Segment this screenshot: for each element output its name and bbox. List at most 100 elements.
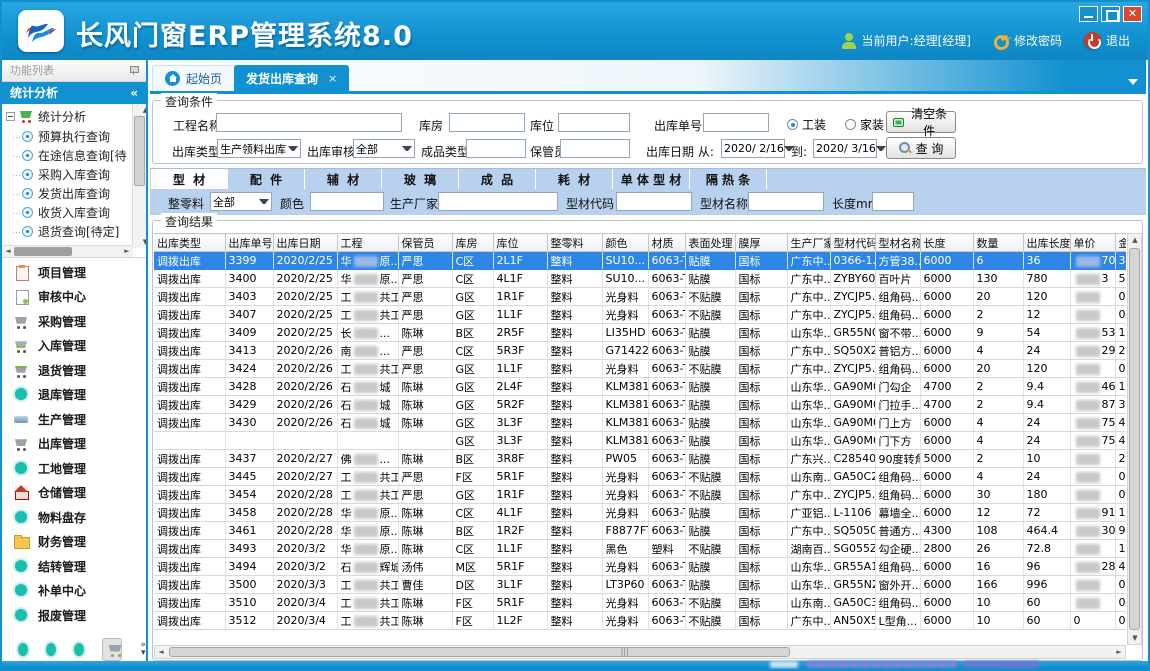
column-header[interactable]: 出库长度 <box>1023 234 1070 252</box>
dot-icon[interactable] <box>18 643 28 656</box>
sidebar-menu-item[interactable]: 审核中心 <box>2 285 146 310</box>
section-header[interactable]: 统计分析 « <box>2 82 146 104</box>
tab-shipping-outbound-query[interactable]: 发货出库查询 × <box>234 65 349 91</box>
column-header[interactable]: 生产厂家 <box>787 234 830 252</box>
dot-icon[interactable] <box>46 643 56 656</box>
clear-conditions-button[interactable]: 清空条件 <box>886 111 956 133</box>
table-row[interactable]: 调拨出库34092020/2/25长...陈琳B区2R5F整料LI35HD606… <box>154 324 1126 342</box>
material-tab[interactable]: 玻 璃 <box>382 169 459 189</box>
table-row[interactable]: 调拨出库34942020/3/2石辉城汤伟M区5R1F整料光身料6063-T5贴… <box>154 558 1126 576</box>
table-row[interactable]: 调拨出库34612020/2/28华原...陈琳B区1R2F整料F8877FT6… <box>154 522 1126 540</box>
sidebar-menu-item[interactable]: 补单中心 <box>2 579 146 604</box>
sidebar-menu-item[interactable]: 采购管理 <box>2 309 146 334</box>
table-row[interactable]: 调拨出库34582020/2/28华原...陈琳C区4L1F整料光身料6063-… <box>154 504 1126 522</box>
sidebar-menu-item[interactable]: 退库管理 <box>2 383 146 408</box>
column-header[interactable]: 出库日期 <box>273 234 337 252</box>
tree-item[interactable]: 收货入库查询 <box>6 203 131 222</box>
color-input[interactable] <box>310 192 384 211</box>
column-header[interactable]: 保管员 <box>398 234 452 252</box>
horizontal-scrollbar[interactable]: ◄ ||| ► <box>154 645 1126 659</box>
sidebar-menu-item[interactable]: 工地管理 <box>2 456 146 481</box>
order-no-input[interactable] <box>703 113 769 132</box>
sidebar-menu-item[interactable]: 结转管理 <box>2 554 146 579</box>
table-row[interactable]: 调拨出库34372020/2/27佛...陈琳B区3R8F整料PW056063-… <box>154 450 1126 468</box>
tree-root[interactable]: 统计分析 <box>6 106 131 127</box>
length-input[interactable] <box>872 192 914 211</box>
warehouse-input[interactable] <box>449 113 525 132</box>
collapse-icon[interactable]: « <box>130 82 138 104</box>
sidebar-menu-item[interactable]: 报废管理 <box>2 603 146 628</box>
table-row[interactable]: 调拨出库34302020/2/26石城陈琳G区3L3F整料KLM38176063… <box>154 414 1126 432</box>
tab-close-icon[interactable]: × <box>328 72 337 85</box>
tree-horizontal-scrollbar[interactable]: ◄ ► <box>2 245 133 257</box>
whole-piece-select[interactable]: 全部 <box>210 192 272 211</box>
tree-item[interactable]: 退库管理[待定] <box>6 241 131 242</box>
table-row[interactable]: G区3L3F整料KLM38176063-T5贴膜国标山东华...GA90M09.… <box>154 432 1126 450</box>
audit-select[interactable]: 全部 <box>353 139 415 158</box>
tree-item[interactable]: 预算执行查询 <box>6 127 131 146</box>
table-row[interactable]: 调拨出库34282020/2/26石城陈琳G区2L4F整料KLM38176063… <box>154 378 1126 396</box>
tab-list-dropdown-icon[interactable] <box>1128 79 1138 85</box>
location-input[interactable] <box>558 113 630 132</box>
table-row[interactable]: 调拨出库34032020/2/25工共工程严思G区1R1F整料光身料6063-T… <box>154 288 1126 306</box>
cart-button[interactable] <box>102 638 123 661</box>
table-row[interactable]: 调拨出库34292020/2/26石城陈琳G区5R2F整料KLM38176063… <box>154 396 1126 414</box>
column-header[interactable]: 金 <box>1115 234 1126 252</box>
sidebar-menu-item[interactable]: 项目管理 <box>2 260 146 285</box>
dot-icon[interactable] <box>74 643 84 656</box>
sidebar-menu-item[interactable]: 财务管理 <box>2 530 146 555</box>
material-tab[interactable]: 成 品 <box>459 169 536 189</box>
sidebar-menu-item[interactable]: 物料盘存 <box>2 505 146 530</box>
vertical-scrollbar[interactable]: ▲ ▼ <box>1127 233 1142 645</box>
table-row[interactable]: 调拨出库35002020/3/3工共工程曹佳D区3L1F整料LT3P606063… <box>154 576 1126 594</box>
date-from-select[interactable]: 2020/ 2/16 <box>721 139 785 158</box>
search-button[interactable]: 查 询 <box>886 137 956 159</box>
material-tab[interactable]: 配 件 <box>228 169 305 189</box>
table-row[interactable]: 调拨出库34932020/3/2华原...陈琳C区1L1F整料黑色塑料不贴膜国标… <box>154 540 1126 558</box>
profile-code-input[interactable] <box>616 192 692 211</box>
close-button[interactable] <box>1123 6 1142 22</box>
table-row[interactable]: 调拨出库35122020/3/4工共工程陈琳F区1L2F整料光身料6063-T5… <box>154 612 1126 630</box>
radio-gongzhuang[interactable]: 工装 <box>787 116 826 133</box>
project-name-input[interactable] <box>216 113 402 132</box>
logout-button[interactable]: 退出 <box>1084 32 1130 49</box>
table-row[interactable]: 调拨出库34132020/2/26南...严思C区5R3F整料G71422606… <box>154 342 1126 360</box>
column-header[interactable]: 出库类型 <box>154 234 225 252</box>
column-header[interactable]: 表面处理 <box>685 234 735 252</box>
sidebar-menu-item[interactable]: 生产管理 <box>2 407 146 432</box>
column-header[interactable]: 材质 <box>648 234 685 252</box>
column-header[interactable]: 出库单号 <box>225 234 273 252</box>
tree-item[interactable]: 在途信息查询[待 <box>6 146 131 165</box>
table-row[interactable]: 调拨出库34452020/2/27工共工程严思F区5R1F整料光身料6063-T… <box>154 468 1126 486</box>
table-row[interactable]: 调拨出库33992020/2/25华原...严思C区2L1F整料SU10...6… <box>154 252 1126 270</box>
table-row[interactable]: 调拨出库34072020/2/25工共工程严思G区1L1F整料光身料6063-T… <box>154 306 1126 324</box>
outbound-type-select[interactable]: 生产领料出库 <box>217 139 301 158</box>
material-tab[interactable]: 型 材 <box>151 169 228 189</box>
profile-name-input[interactable] <box>748 192 824 211</box>
date-to-select[interactable]: 2020/ 3/16 <box>813 139 877 158</box>
change-password-button[interactable]: 修改密码 <box>993 32 1062 49</box>
column-header[interactable]: 数量 <box>973 234 1023 252</box>
scrollbar-thumb[interactable] <box>169 647 790 657</box>
material-tab[interactable]: 辅 材 <box>305 169 382 189</box>
column-header[interactable]: 型材代码 <box>830 234 875 252</box>
tree-item[interactable]: 退货查询[待定] <box>6 222 131 241</box>
tree-vertical-scrollbar[interactable]: ▲ ▼ <box>132 104 146 248</box>
table-row[interactable]: 调拨出库35102020/3/4工共工程陈琳F区5R1F整料光身料6063-T5… <box>154 594 1126 612</box>
material-tab[interactable]: 单 体 型 材 <box>613 169 690 189</box>
minimize-button[interactable] <box>1079 6 1098 22</box>
tree-item[interactable]: 发货出库查询 <box>6 184 131 203</box>
scrollbar-thumb[interactable] <box>1129 248 1140 630</box>
table-row[interactable]: 调拨出库34002020/2/25华原...严思C区4L1F整料SU10...6… <box>154 270 1126 288</box>
scrollbar-thumb[interactable] <box>134 116 145 186</box>
column-header[interactable]: 型材名称 <box>875 234 920 252</box>
material-tab[interactable]: 耗 材 <box>536 169 613 189</box>
more-chevron-icon[interactable]: »▾ <box>140 641 146 657</box>
column-header[interactable]: 膜厚 <box>735 234 787 252</box>
material-tab[interactable]: 隔 热 条 <box>690 169 767 189</box>
column-header[interactable]: 库房 <box>452 234 493 252</box>
sidebar-menu-item[interactable]: 仓储管理 <box>2 481 146 506</box>
column-header[interactable]: 单价 <box>1070 234 1115 252</box>
factory-input[interactable] <box>438 192 558 211</box>
sidebar-menu-item[interactable]: 入库管理 <box>2 334 146 359</box>
